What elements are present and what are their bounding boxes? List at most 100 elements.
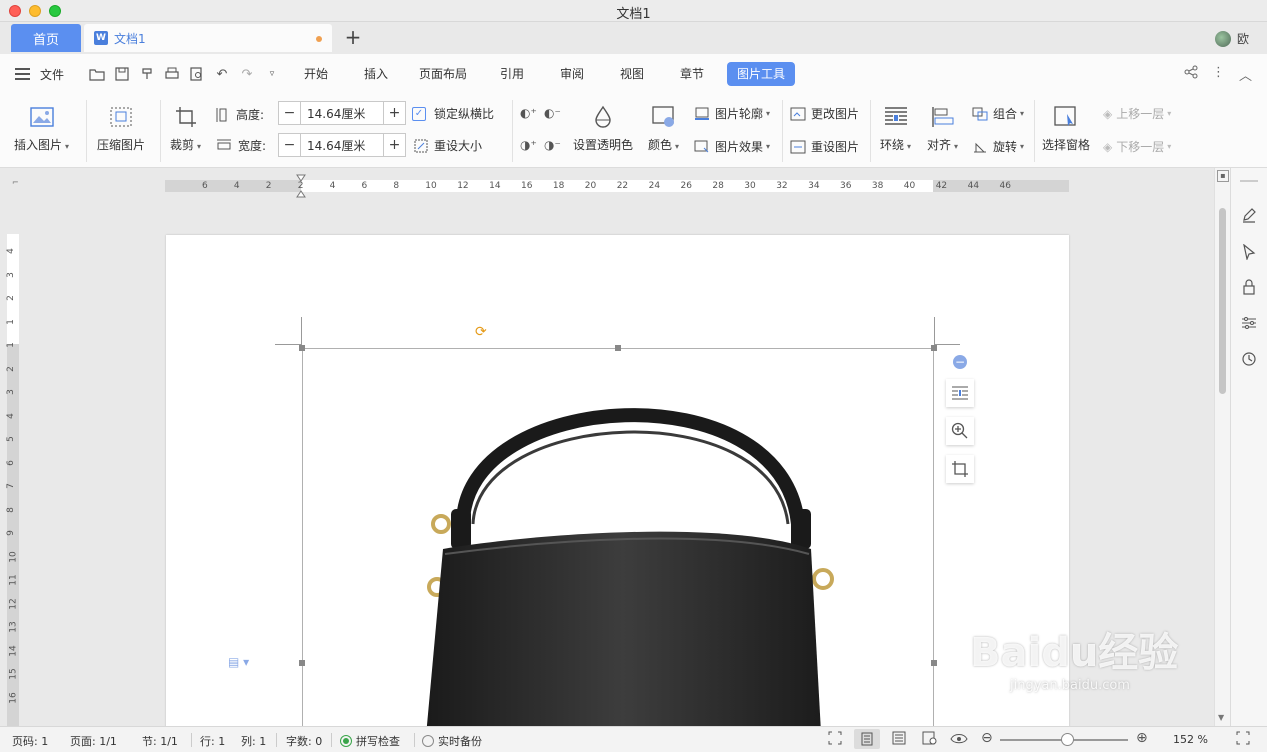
print-preview-icon[interactable]: [188, 65, 206, 83]
selected-image[interactable]: [299, 345, 937, 726]
contrast-decrease-button[interactable]: ◑⁻: [544, 138, 561, 152]
scroll-down-icon[interactable]: ▼: [1218, 713, 1224, 722]
send-backward-button[interactable]: ◈ 下移一层 ▾: [1103, 138, 1171, 155]
crop-button[interactable]: 裁剪 ▾: [170, 104, 201, 153]
spell-check-toggle[interactable]: 拼写检查: [340, 733, 400, 749]
ruler-tick-label: 34: [808, 181, 820, 191]
outline-icon: [694, 107, 710, 121]
customize-toolbar-icon[interactable]: ▿: [263, 65, 281, 83]
brightness-increase-button[interactable]: ◐⁺: [520, 106, 537, 120]
image-outline-button[interactable]: 图片轮廓 ▾: [694, 105, 770, 122]
fit-page-icon[interactable]: [828, 731, 842, 748]
tab-document[interactable]: W 文档1: [84, 24, 332, 52]
tab-references[interactable]: 引用: [490, 62, 534, 86]
realtime-backup-toggle[interactable]: 实时备份: [422, 733, 482, 749]
save-icon[interactable]: [113, 65, 131, 83]
zoom-slider-thumb[interactable]: [1060, 733, 1074, 746]
settings-sliders-icon[interactable]: [1240, 314, 1258, 332]
lock-ratio-checkbox[interactable]: ✓ 锁定纵横比: [412, 105, 494, 122]
ruler-tick-label: 6: [361, 181, 368, 191]
zoom-in-button[interactable]: ⊕: [1136, 730, 1148, 746]
fullscreen-icon[interactable]: [1236, 731, 1250, 748]
group-button[interactable]: 组合 ▾: [972, 105, 1024, 122]
align-button[interactable]: 对齐 ▾: [927, 104, 958, 153]
selection-pane-button[interactable]: 选择窗格: [1042, 104, 1090, 153]
tab-home[interactable]: 首页: [11, 24, 81, 52]
eye-protection-icon[interactable]: [950, 731, 968, 748]
rotate-button[interactable]: 旋转 ▾: [972, 138, 1024, 155]
tab-review[interactable]: 审阅: [550, 62, 594, 86]
undo-icon[interactable]: ↶: [213, 65, 231, 83]
tab-section[interactable]: 章节: [670, 62, 714, 86]
set-transparent-color-button[interactable]: 设置透明色: [573, 104, 633, 153]
height-stepper[interactable]: − +: [278, 101, 406, 125]
reset-image-button[interactable]: 重设图片: [790, 138, 859, 155]
hamburger-menu-icon[interactable]: [15, 68, 30, 80]
width-input[interactable]: [301, 134, 383, 156]
resize-handle-right[interactable]: [931, 660, 937, 666]
zoom-level[interactable]: 152 %: [1173, 733, 1208, 746]
reset-size-button[interactable]: 重设大小: [414, 137, 482, 154]
compress-image-button[interactable]: 压缩图片: [97, 104, 145, 153]
page-view-button[interactable]: [854, 729, 880, 749]
more-options-icon[interactable]: ⋮: [1212, 65, 1225, 84]
height-increase-button[interactable]: +: [383, 102, 405, 124]
ruler-tick-label: 5: [5, 436, 16, 442]
crop-image-button[interactable]: [946, 455, 974, 483]
status-word-count[interactable]: 字数: 0: [286, 733, 322, 749]
tab-insert[interactable]: 插入: [354, 62, 398, 86]
scrollbar-thumb[interactable]: [1219, 208, 1226, 394]
share-icon[interactable]: [1184, 65, 1198, 84]
outline-view-icon[interactable]: [892, 731, 906, 748]
web-view-icon[interactable]: [922, 731, 938, 748]
width-decrease-button[interactable]: −: [279, 134, 301, 156]
color-button[interactable]: 颜色 ▾: [648, 104, 679, 153]
tab-view[interactable]: 视图: [610, 62, 654, 86]
bring-forward-button[interactable]: ◈ 上移一层 ▾: [1103, 105, 1171, 122]
zoom-image-button[interactable]: [946, 417, 974, 445]
resize-handle-left[interactable]: [299, 660, 305, 666]
scroll-top-icon[interactable]: ▪: [1217, 170, 1229, 182]
resize-handle-top-right[interactable]: [931, 345, 937, 351]
select-cursor-icon[interactable]: [1240, 243, 1258, 261]
tab-page-layout[interactable]: 页面布局: [409, 62, 477, 86]
print-icon[interactable]: [163, 65, 181, 83]
resize-handle-top-left[interactable]: [299, 345, 305, 351]
layout-options-button[interactable]: [946, 379, 974, 407]
zoom-out-button[interactable]: ⊖: [981, 730, 993, 746]
collapse-toolbar-icon[interactable]: −: [953, 355, 967, 369]
height-input[interactable]: [301, 102, 383, 124]
edit-pen-icon[interactable]: [1240, 206, 1258, 224]
open-folder-icon[interactable]: [88, 65, 106, 83]
checkmark-icon: ✓: [412, 106, 426, 121]
indent-marker-icon[interactable]: [296, 174, 306, 198]
tab-picture-tools[interactable]: 图片工具: [727, 62, 796, 86]
lock-icon[interactable]: [1240, 278, 1258, 296]
height-decrease-button[interactable]: −: [279, 102, 301, 124]
rotate-handle-icon[interactable]: ⟳: [475, 324, 487, 340]
new-tab-button[interactable]: +: [342, 26, 364, 48]
redo-icon[interactable]: ↷: [238, 65, 256, 83]
brightness-decrease-button[interactable]: ◐⁻: [544, 106, 561, 120]
history-icon[interactable]: [1240, 350, 1258, 368]
width-stepper[interactable]: − +: [278, 133, 406, 157]
width-increase-button[interactable]: +: [383, 134, 405, 156]
ruler-tick-label: 44: [967, 181, 980, 191]
tab-start[interactable]: 开始: [294, 62, 338, 86]
vertical-scrollbar[interactable]: ▪ ▼: [1214, 168, 1230, 726]
vertical-ruler[interactable]: 4 3 2 1 1 2 3 4 5 6 7 8 9 10 11 12 13 14 15 16: [5, 234, 19, 726]
document-page[interactable]: ⟳ − ▤ ▾: [166, 235, 1069, 726]
reset-size-icon: [414, 139, 428, 153]
change-image-button[interactable]: 更改图片: [790, 105, 859, 122]
user-account[interactable]: 欧: [1214, 30, 1249, 47]
file-menu[interactable]: 文件: [40, 66, 64, 83]
wrap-text-button[interactable]: 环绕 ▾: [880, 104, 911, 153]
insert-image-button[interactable]: 插入图片 ▾: [14, 104, 69, 153]
resize-handle-top[interactable]: [615, 345, 621, 351]
image-effect-button[interactable]: 图片效果 ▾: [694, 138, 770, 155]
contrast-increase-button[interactable]: ◑⁺: [520, 138, 537, 152]
paragraph-anchor-icon[interactable]: ▤ ▾: [228, 655, 249, 669]
format-painter-icon[interactable]: [138, 65, 156, 83]
collapse-ribbon-icon[interactable]: ︿: [1239, 65, 1252, 84]
ruler-tick-label: 20: [584, 181, 597, 191]
